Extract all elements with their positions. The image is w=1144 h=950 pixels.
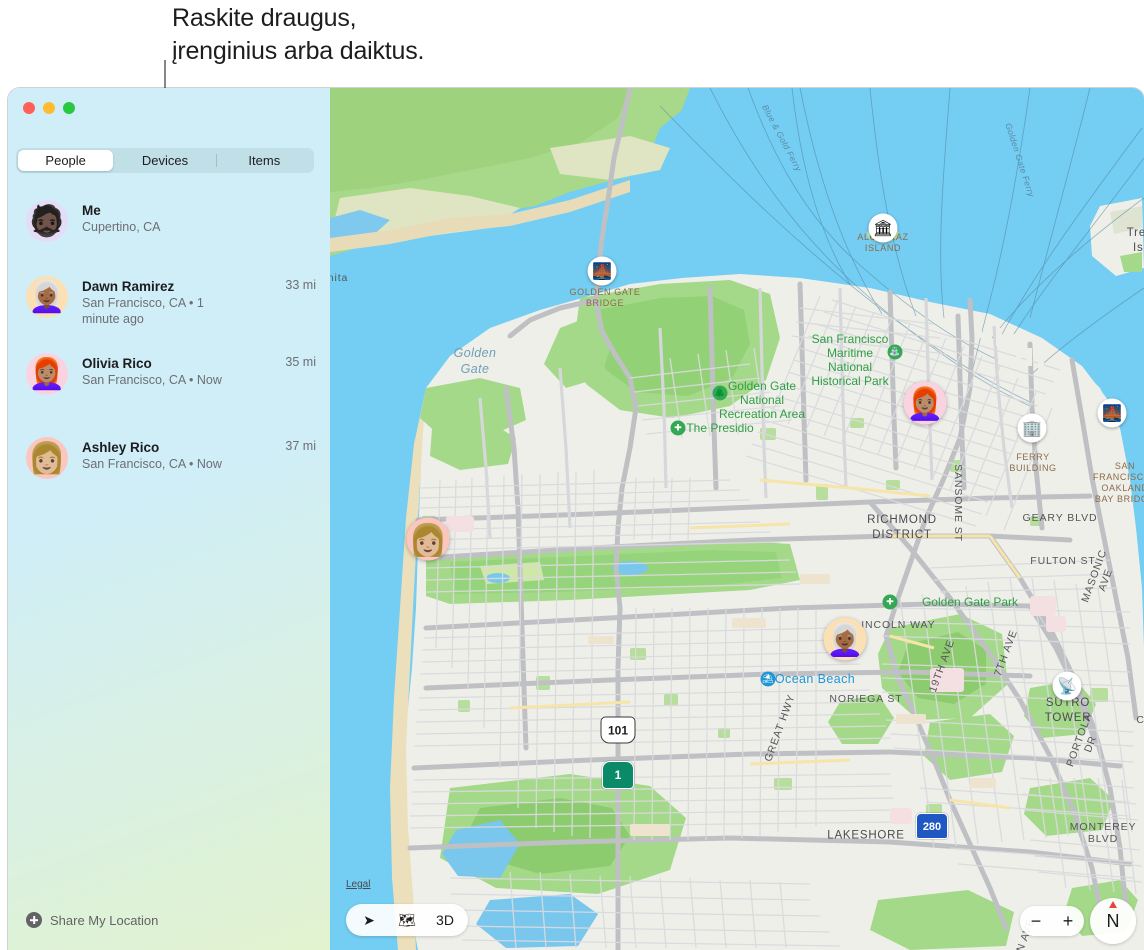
avatar-glyph: 👩🏽‍🦰 (28, 355, 65, 395)
list-item-text: Me Cupertino, CA (82, 200, 316, 235)
highway-shield-ca-1: 1 (602, 761, 634, 789)
person-subtitle: Cupertino, CA (82, 219, 242, 235)
zoom-in-button[interactable]: + (1063, 911, 1074, 932)
map-canvas[interactable]: nitaGolden GateGOLDEN GATE BRIDGEBlue & … (330, 88, 1144, 950)
highway-shield-us-101: 101 (601, 717, 636, 744)
plus-circle-icon (26, 912, 42, 928)
sutro-tower-pin[interactable]: 📡 (1053, 672, 1082, 701)
pin-ashley[interactable]: 👩🏼 (407, 518, 450, 561)
tab-people-label: People (45, 153, 85, 168)
ggpark-icon[interactable]: ✚ (883, 595, 898, 610)
person-distance: 35 mi (285, 353, 316, 369)
highway-shield-i-280: 280 (916, 813, 948, 839)
share-my-location-label: Share My Location (50, 913, 158, 928)
list-item[interactable]: 👩🏼 Ashley Rico San Francisco, CA • Now 3… (8, 429, 330, 491)
tab-people[interactable]: People (18, 150, 113, 171)
callout-text: Raskite draugus, įrenginius arba daiktus… (172, 2, 692, 68)
sidebar: People Devices Items 🧔🏿 Me Cupertino, CA… (8, 88, 330, 950)
tab-devices-label: Devices (142, 153, 188, 168)
tab-devices[interactable]: Devices (117, 150, 212, 171)
avatar-glyph: 👩🏼 (28, 439, 65, 479)
compass-control[interactable]: N (1090, 898, 1136, 944)
list-item-text: Dawn Ramirez San Francisco, CA • 1 minut… (82, 276, 285, 327)
person-name: Dawn Ramirez (82, 278, 285, 295)
list-item[interactable]: 👩🏾‍🦳 Dawn Ramirez San Francisco, CA • 1 … (8, 268, 330, 335)
alcatraz-pin[interactable]: 🏛 (869, 214, 898, 243)
person-distance: 37 mi (285, 437, 316, 453)
close-button[interactable] (23, 102, 35, 114)
ggnra-icon[interactable]: 🌲 (713, 386, 728, 401)
avatar: 👩🏼 (26, 437, 68, 479)
person-name: Me (82, 202, 316, 219)
person-distance: 33 mi (285, 276, 316, 292)
people-list: 🧔🏿 Me Cupertino, CA 👩🏾‍🦳 Dawn Ramirez Sa… (8, 192, 330, 491)
compass-north-label: N (1107, 911, 1120, 932)
legal-link[interactable]: Legal (346, 879, 370, 890)
person-subtitle: San Francisco, CA • Now (82, 456, 242, 472)
zoom-controls: − + (1020, 906, 1084, 936)
person-name: Olivia Rico (82, 355, 285, 372)
avatar: 🧔🏿 (26, 200, 68, 242)
zoom-button[interactable] (63, 102, 75, 114)
avatar: 👩🏽‍🦰 (26, 353, 68, 395)
person-subtitle: San Francisco, CA • 1 minute ago (82, 295, 242, 327)
zoom-out-button[interactable]: − (1031, 911, 1042, 932)
locate-icon[interactable]: ➤ (352, 907, 386, 933)
list-item-text: Olivia Rico San Francisco, CA • Now (82, 353, 285, 388)
avatar: 👩🏾‍🦳 (26, 276, 68, 318)
sfmaritime-icon[interactable]: ⛲ (888, 345, 903, 360)
oceanbeach-icon[interactable]: ⛱ (761, 672, 776, 687)
tab-items-label: Items (248, 153, 280, 168)
three-d-button[interactable]: 3D (428, 907, 462, 933)
avatar-glyph: 🧔🏿 (28, 202, 65, 242)
minimize-button[interactable] (43, 102, 55, 114)
list-item[interactable]: 🧔🏿 Me Cupertino, CA (8, 192, 330, 254)
pin-olivia[interactable]: 👩🏽‍🦰 (904, 382, 947, 425)
list-item[interactable]: 👩🏽‍🦰 Olivia Rico San Francisco, CA • Now… (8, 345, 330, 407)
bay-bridge-pin[interactable]: 🌉 (1098, 399, 1127, 428)
segmented-tab-bar: People Devices Items (16, 148, 314, 173)
pin-dawn[interactable]: 👩🏾‍🦳 (824, 618, 867, 661)
tab-items[interactable]: Items (217, 150, 312, 171)
avatar-glyph: 👩🏾‍🦳 (28, 278, 65, 318)
find-my-window: People Devices Items 🧔🏿 Me Cupertino, CA… (8, 88, 1144, 950)
compass-needle-icon (1109, 901, 1117, 908)
map-mode-toolbar: ➤ 🗺 3D (346, 904, 468, 936)
map-base-graphics (330, 88, 1144, 950)
ferry-building-pin[interactable]: 🏢 (1018, 414, 1047, 443)
presidio-icon[interactable]: ✚ (671, 421, 686, 436)
list-item-text: Ashley Rico San Francisco, CA • Now (82, 437, 285, 472)
golden-gate-bridge-pin[interactable]: 🌉 (588, 257, 617, 286)
window-traffic-lights (23, 102, 75, 114)
person-name: Ashley Rico (82, 439, 285, 456)
share-my-location-button[interactable]: Share My Location (26, 912, 158, 928)
map-style-icon[interactable]: 🗺 (390, 907, 424, 933)
person-subtitle: San Francisco, CA • Now (82, 372, 242, 388)
